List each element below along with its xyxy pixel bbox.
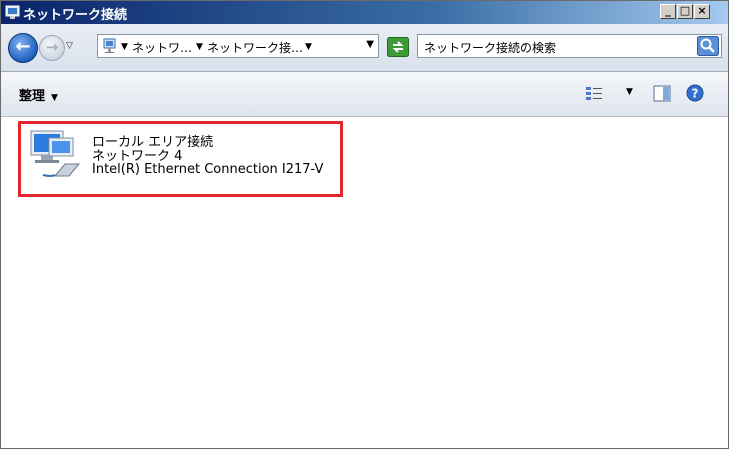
breadcrumb-separator-icon[interactable]: ▼ (305, 42, 312, 52)
search-input[interactable]: ネットワーク接続の検索 (417, 34, 722, 58)
back-arrow-icon: ← (15, 36, 31, 57)
adapter-name: Intel(R) Ethernet Connection I217-V (92, 162, 324, 177)
help-icon[interactable]: ? (686, 84, 704, 102)
breadcrumb[interactable]: ▼ ネットワ… ▼ ネットワーク接… ▼ ▼ (97, 34, 379, 58)
maximize-button[interactable]: □ (677, 4, 693, 19)
list-item[interactable]: ローカル エリア接続 ネットワーク 4 Intel(R) Ethernet Co… (18, 121, 343, 197)
window-title: ネットワーク接続 (23, 8, 128, 23)
network-connection-icon (30, 130, 81, 177)
address-dropdown-icon[interactable]: ▼ (366, 39, 374, 50)
window: ネットワーク接続 _ □ × ← → ▽ ▼ ネットワ… ▼ ネットワーク接… … (0, 0, 729, 449)
file-list: ローカル エリア接続 ネットワーク 4 Intel(R) Ethernet Co… (1, 117, 728, 448)
breadcrumb-separator-icon[interactable]: ▼ (121, 42, 128, 52)
address-bar: ← → ▽ ▼ ネットワ… ▼ ネットワーク接… ▼ ▼ ネットワーク接続の検索 (1, 24, 728, 72)
organize-label: 整理 (19, 89, 46, 104)
forward-arrow-icon: → (45, 38, 59, 56)
preview-pane-icon[interactable] (653, 85, 671, 102)
svg-text:?: ? (692, 87, 699, 101)
network-folder-icon (5, 5, 20, 19)
organize-menu[interactable]: 整理 ▼ (19, 85, 58, 104)
forward-button[interactable]: → (39, 35, 65, 61)
command-bar: 整理 ▼ ▼ ? (1, 72, 728, 117)
history-dropdown-icon[interactable]: ▽ (66, 41, 73, 51)
close-button[interactable]: × (694, 4, 710, 19)
view-dropdown-icon[interactable]: ▼ (626, 87, 633, 97)
refresh-icon[interactable] (387, 37, 409, 57)
change-view-icon[interactable] (585, 85, 603, 103)
minimize-button[interactable]: _ (660, 4, 676, 19)
breadcrumb-item-2[interactable]: ネットワーク接… (207, 39, 303, 56)
breadcrumb-separator-icon[interactable]: ▼ (196, 42, 203, 52)
back-button[interactable]: ← (8, 33, 38, 63)
title-bar[interactable]: ネットワーク接続 _ □ × (1, 1, 728, 24)
organize-dropdown-icon: ▼ (51, 93, 58, 103)
search-icon[interactable] (697, 36, 719, 56)
breadcrumb-item-1[interactable]: ネットワ… (132, 39, 192, 56)
search-placeholder: ネットワーク接続の検索 (424, 41, 557, 55)
network-connections-icon (103, 38, 116, 53)
